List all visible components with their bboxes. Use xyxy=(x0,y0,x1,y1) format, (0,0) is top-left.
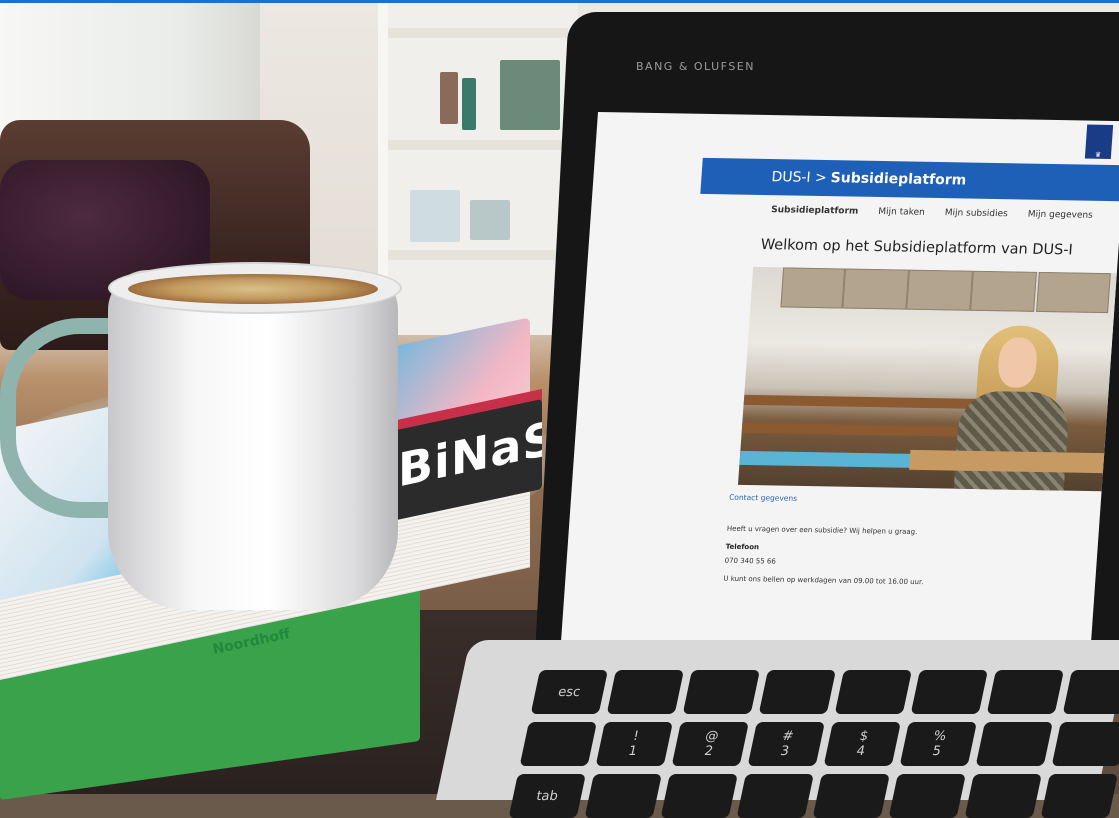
rijksoverheid-logo-icon: ♛ xyxy=(1084,124,1114,159)
cabinet xyxy=(970,270,1037,312)
keyboard-key: % 5 xyxy=(899,722,977,766)
phone-label: Telefoon xyxy=(725,542,760,552)
top-accent-line xyxy=(0,0,1119,3)
keyboard-key xyxy=(584,774,662,818)
shelf-board xyxy=(388,250,568,260)
shelf-board xyxy=(388,140,568,150)
site-header: DUS-I > Subsidieplatform xyxy=(700,157,1119,202)
keyboard-key xyxy=(986,670,1064,714)
keyboard-key xyxy=(1040,774,1118,818)
hours-note: U kunt ons bellen op werkdagen van 09.00… xyxy=(723,574,924,587)
laptop-brand: BANG & OLUFSEN xyxy=(636,60,755,73)
keyboard-key xyxy=(834,670,912,714)
blue-binder xyxy=(739,450,931,469)
nav-subsidieplatform[interactable]: Subsidieplatform xyxy=(771,205,859,217)
bookshelf xyxy=(378,0,578,335)
classroom-shelf xyxy=(741,422,983,438)
keyboard-key xyxy=(1051,722,1119,766)
shelf-item xyxy=(470,200,510,240)
keyboard-key xyxy=(758,670,836,714)
keyboard-key: $ 4 xyxy=(823,722,901,766)
classroom-shelf xyxy=(743,394,985,410)
keyboard-key: @ 2 xyxy=(671,722,749,766)
keyboard-key xyxy=(660,774,738,818)
keyboard-key xyxy=(975,722,1053,766)
keyboard-key xyxy=(910,670,988,714)
keyboard-keys: esc ! 1 @ 2 # 3 $ 4% 5 tab xyxy=(508,670,1119,818)
keyboard-key: # 3 xyxy=(747,722,825,766)
coffee-foam xyxy=(128,274,378,304)
keyboard-key: ! 1 xyxy=(595,722,673,766)
coffee-mug xyxy=(108,270,398,610)
keyboard-key xyxy=(1062,670,1119,714)
nav-mijn-gegevens[interactable]: Mijn gegevens xyxy=(1027,210,1093,221)
student-body xyxy=(953,390,1071,492)
main-nav: Subsidieplatform Mijn taken Mijn subsidi… xyxy=(771,205,1093,221)
shelf-board xyxy=(388,28,568,38)
keyboard-key xyxy=(888,774,966,818)
cabinet xyxy=(1036,271,1111,314)
keyboard-key xyxy=(519,722,597,766)
keyboard-key xyxy=(736,774,814,818)
keyboard-key xyxy=(812,774,890,818)
cabinet xyxy=(780,267,846,309)
keyboard-key xyxy=(606,670,684,714)
keyboard-key xyxy=(682,670,760,714)
phone-number: 070 340 55 66 xyxy=(724,556,777,566)
nav-mijn-subsidies[interactable]: Mijn subsidies xyxy=(944,208,1008,219)
keyboard-key: tab xyxy=(508,774,586,818)
shelf-book xyxy=(440,72,458,124)
contact-intro: Heeft u vragen over een subsidie? Wij he… xyxy=(726,524,918,537)
contact-heading[interactable]: Contact gegevens xyxy=(729,493,798,503)
shelf-book xyxy=(500,60,560,130)
breadcrumb-prefix[interactable]: DUS-I > xyxy=(771,169,827,186)
hero-image xyxy=(737,266,1119,492)
page-title: Welkom op het Subsidieplatform van DUS-I xyxy=(760,236,1074,259)
laptop-screen: ♛ DUS-I > Subsidieplatform Subsidieplatf… xyxy=(560,112,1119,662)
shelf-book xyxy=(462,78,476,130)
keyboard-key xyxy=(964,774,1042,818)
breadcrumb-current: Subsidieplatform xyxy=(830,170,967,189)
cabinet xyxy=(842,268,910,310)
nav-mijn-taken[interactable]: Mijn taken xyxy=(878,207,925,218)
classroom-desk xyxy=(909,449,1119,474)
cabinet xyxy=(906,269,973,311)
keyboard-key: esc xyxy=(530,670,608,714)
shelf-item xyxy=(410,190,460,242)
